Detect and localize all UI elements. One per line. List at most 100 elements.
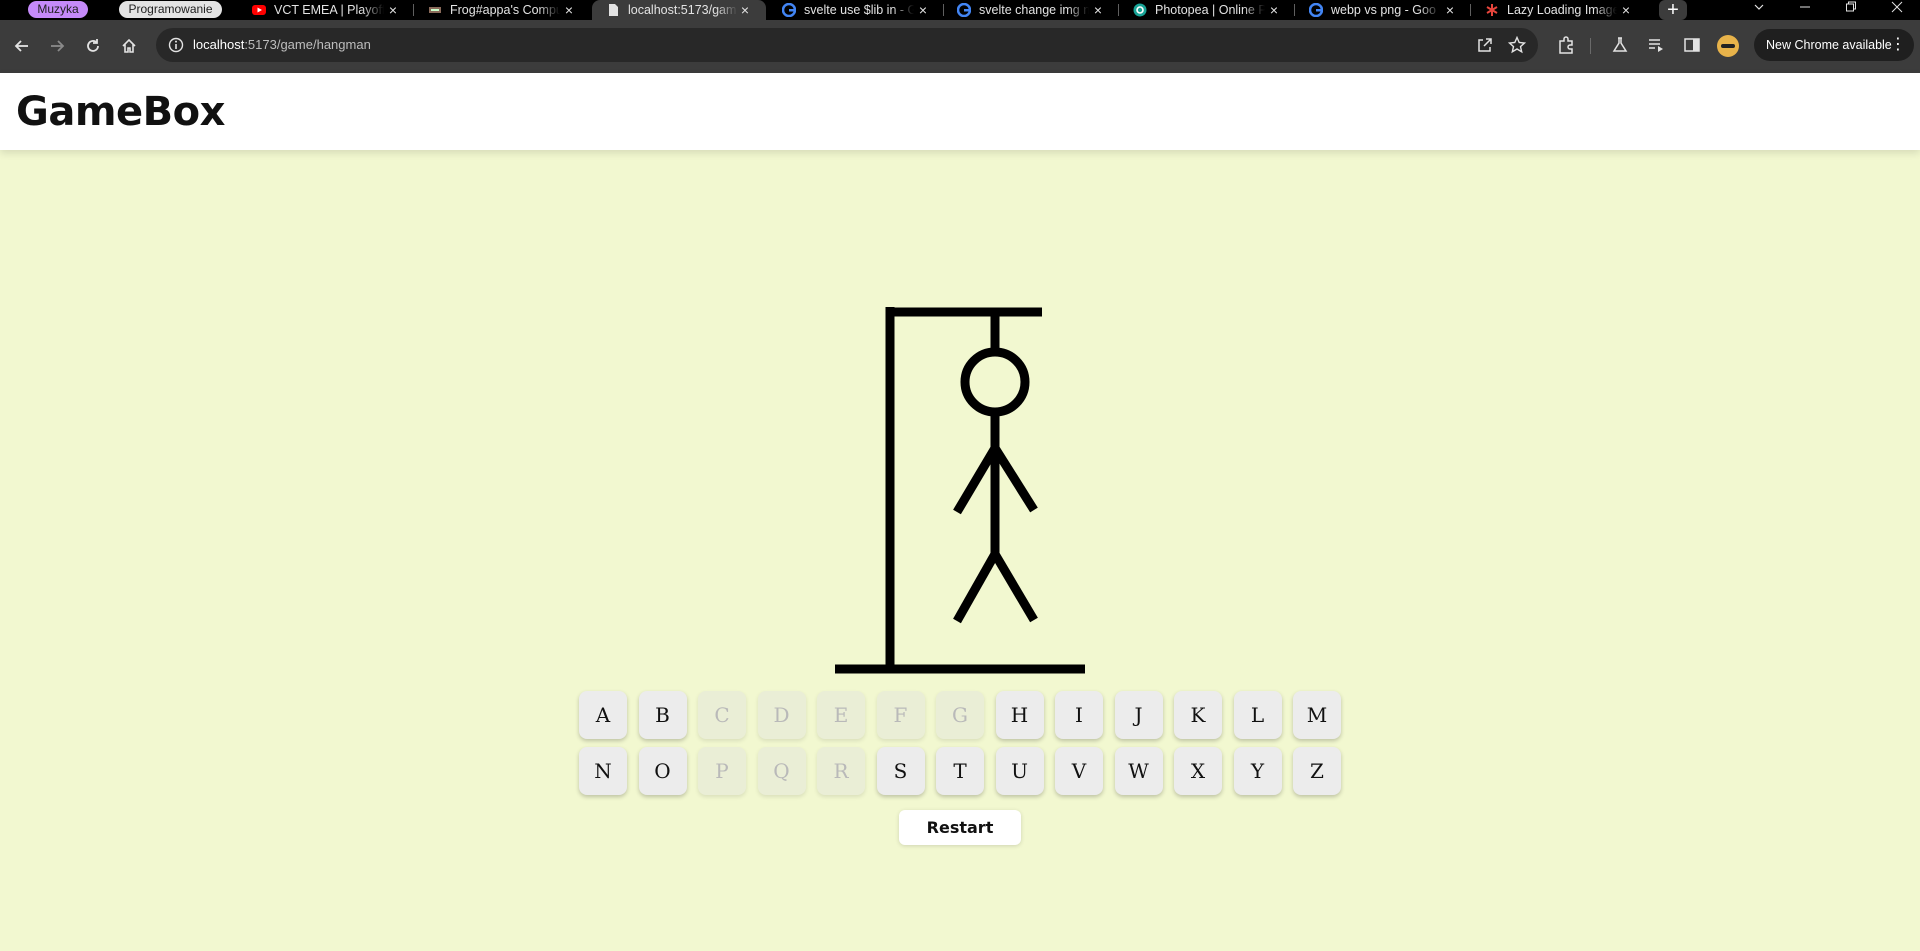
letter-key-q[interactable]: Q bbox=[757, 747, 806, 795]
tab-title: svelte change img n bbox=[979, 3, 1089, 17]
page-icon bbox=[609, 4, 618, 16]
letter-key-j[interactable]: J bbox=[1114, 691, 1163, 739]
tab-svelte-img[interactable]: svelte change img n × bbox=[957, 0, 1105, 20]
bookmark-star-icon[interactable] bbox=[1508, 36, 1526, 54]
restore-icon[interactable] bbox=[1828, 0, 1874, 20]
profile-avatar[interactable] bbox=[1717, 35, 1739, 57]
hangman-left-arm bbox=[953, 445, 999, 515]
forward-button[interactable] bbox=[44, 33, 70, 59]
extensions-icon[interactable] bbox=[1556, 35, 1576, 55]
letter-key-x[interactable]: X bbox=[1174, 747, 1222, 795]
letter-key-m[interactable]: M bbox=[1293, 691, 1341, 739]
tab-frog[interactable]: Frog#appa's Compu × bbox=[428, 0, 576, 20]
letter-key-c[interactable]: C bbox=[698, 691, 746, 739]
hangman-right-arm bbox=[991, 445, 1038, 513]
side-panel-icon[interactable] bbox=[1682, 35, 1702, 55]
minimize-icon[interactable] bbox=[1782, 0, 1828, 20]
close-icon[interactable]: × bbox=[1267, 0, 1281, 20]
close-icon[interactable]: × bbox=[1443, 0, 1457, 20]
letter-key-h[interactable]: H bbox=[995, 691, 1044, 739]
hangman-drawing bbox=[835, 307, 1085, 674]
home-icon bbox=[122, 38, 136, 53]
menu-dots-icon: ⋮ bbox=[1890, 36, 1906, 53]
home-button[interactable] bbox=[116, 33, 142, 59]
letter-key-d[interactable]: D bbox=[757, 691, 806, 739]
hangman-head bbox=[960, 347, 1030, 417]
tab-title: VCT EMEA | Playoffs bbox=[274, 3, 384, 17]
address-bar[interactable]: localhost:5173/game/hangman bbox=[156, 28, 1538, 62]
hangman-right-leg bbox=[991, 551, 1038, 623]
tab-photopea[interactable]: Photopea | Online P × bbox=[1133, 0, 1281, 20]
tab-group-muzyka[interactable]: Muzyka bbox=[28, 1, 88, 18]
tab-title: svelte use $lib in - G bbox=[804, 3, 914, 17]
tab-localhost[interactable]: localhost:5173/gam × bbox=[592, 0, 766, 20]
back-arrow-icon bbox=[14, 40, 28, 52]
site-brand[interactable]: GameBox bbox=[16, 89, 225, 135]
letter-key-u[interactable]: U bbox=[995, 747, 1044, 795]
letter-key-z[interactable]: Z bbox=[1293, 747, 1341, 795]
letter-key-f[interactable]: F bbox=[876, 691, 925, 739]
tab-svelte-lib[interactable]: svelte use $lib in - G × bbox=[782, 0, 930, 20]
youtube-icon bbox=[252, 5, 266, 15]
tab-group-programowanie[interactable]: Programowanie bbox=[119, 1, 222, 18]
site-info-icon[interactable] bbox=[168, 37, 184, 53]
back-button[interactable] bbox=[9, 33, 35, 59]
tab-title: Frog#appa's Compu bbox=[450, 3, 560, 17]
chrome-update-button[interactable]: New Chrome available ⋮ bbox=[1754, 29, 1914, 61]
forward-arrow-icon bbox=[51, 40, 65, 52]
site-icon bbox=[429, 7, 441, 13]
letter-key-n[interactable]: N bbox=[579, 747, 627, 795]
tab-webp[interactable]: webp vs png - Goo × bbox=[1309, 0, 1457, 20]
close-window-icon[interactable] bbox=[1874, 0, 1920, 20]
share-icon[interactable] bbox=[1476, 36, 1494, 54]
tab-lazy-loading[interactable]: Lazy Loading Image × bbox=[1485, 0, 1633, 20]
tab-title: localhost:5173/gam bbox=[628, 3, 737, 17]
tab-vct[interactable]: VCT EMEA | Playoffs × bbox=[252, 0, 400, 20]
google-icon bbox=[1309, 3, 1323, 17]
toolbar-divider bbox=[1590, 38, 1591, 54]
letter-key-a[interactable]: A bbox=[579, 691, 627, 739]
letter-key-v[interactable]: V bbox=[1055, 747, 1103, 795]
letter-key-o[interactable]: O bbox=[638, 747, 687, 795]
letter-key-y[interactable]: Y bbox=[1233, 747, 1282, 795]
url-host: localhost bbox=[193, 37, 245, 52]
letter-key-p[interactable]: P bbox=[698, 747, 746, 795]
asterisk-icon bbox=[1486, 4, 1498, 16]
letter-key-w[interactable]: W bbox=[1114, 747, 1163, 795]
letter-key-r[interactable]: R bbox=[817, 747, 865, 795]
reload-button[interactable] bbox=[80, 33, 106, 59]
tab-title: webp vs png - Goo bbox=[1331, 3, 1436, 17]
letter-key-b[interactable]: B bbox=[638, 691, 687, 739]
google-icon bbox=[957, 3, 971, 17]
close-icon[interactable]: × bbox=[562, 0, 576, 20]
site-header: GameBox bbox=[0, 73, 1920, 150]
hangman-left-leg bbox=[953, 551, 999, 624]
letter-key-s[interactable]: S bbox=[876, 747, 925, 795]
labs-flask-icon[interactable] bbox=[1610, 35, 1630, 55]
new-tab-button[interactable]: + bbox=[1659, 0, 1687, 20]
letter-key-i[interactable]: I bbox=[1055, 691, 1103, 739]
close-icon[interactable]: × bbox=[738, 0, 752, 20]
media-queue-icon[interactable] bbox=[1646, 35, 1666, 55]
google-icon bbox=[782, 3, 796, 17]
close-icon[interactable]: × bbox=[1619, 0, 1633, 20]
update-label: New Chrome available bbox=[1766, 38, 1892, 52]
browser-toolbar: localhost:5173/game/hangman New Chrome a… bbox=[0, 20, 1920, 73]
letter-key-t[interactable]: T bbox=[936, 747, 984, 795]
tab-strip: Muzyka Programowanie VCT EMEA | Playoffs… bbox=[0, 0, 1920, 20]
url-path: :5173/game/hangman bbox=[244, 37, 371, 52]
restart-button[interactable]: Restart bbox=[899, 810, 1021, 845]
url-text: localhost:5173/game/hangman bbox=[193, 28, 371, 62]
letter-key-e[interactable]: E bbox=[817, 691, 865, 739]
photopea-icon bbox=[1133, 3, 1147, 17]
tab-title: Photopea | Online P bbox=[1155, 3, 1265, 17]
reload-icon bbox=[87, 39, 99, 52]
close-icon[interactable]: × bbox=[386, 0, 400, 20]
close-icon[interactable]: × bbox=[1091, 0, 1105, 20]
letter-key-g[interactable]: G bbox=[936, 691, 984, 739]
letter-key-k[interactable]: K bbox=[1174, 691, 1222, 739]
close-icon[interactable]: × bbox=[916, 0, 930, 20]
letter-key-l[interactable]: L bbox=[1233, 691, 1282, 739]
tab-title: Lazy Loading Image bbox=[1507, 3, 1617, 17]
tab-search-icon[interactable] bbox=[1736, 0, 1782, 20]
